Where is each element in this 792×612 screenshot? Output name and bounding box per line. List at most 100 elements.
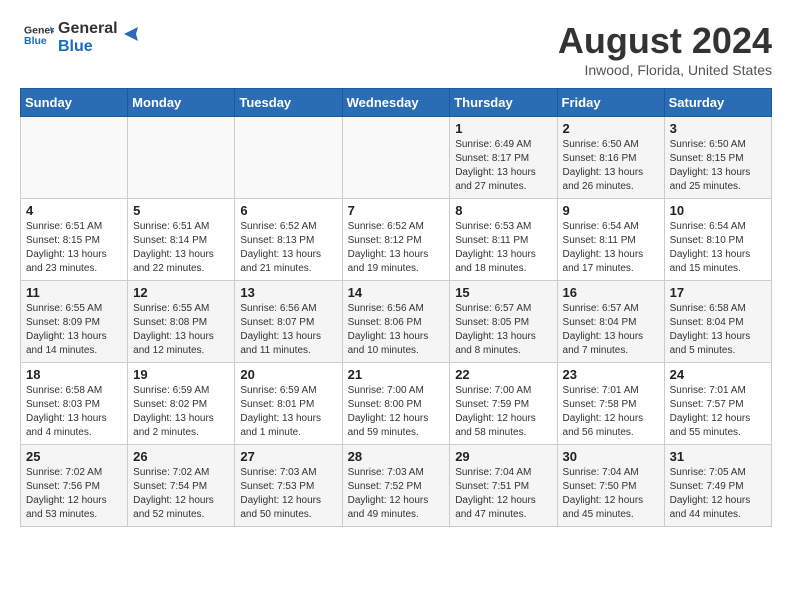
calendar-cell: 21Sunrise: 7:00 AM Sunset: 8:00 PM Dayli… bbox=[342, 363, 450, 445]
day-number: 1 bbox=[455, 121, 551, 136]
calendar-cell: 7 Sunrise: 6:52 AM Sunset: 8:12 PM Daylig… bbox=[342, 199, 450, 281]
calendar-cell: 5 Sunrise: 6:51 AM Sunset: 8:14 PM Daylig… bbox=[128, 199, 235, 281]
location: Inwood, Florida, United States bbox=[558, 62, 772, 78]
calendar-cell: 22 Sunrise: 7:00 AM Sunset: 7:59 PM Dayli… bbox=[450, 363, 557, 445]
day-number: 13 bbox=[240, 285, 336, 300]
calendar-cell: 14 Sunrise: 6:56 AM Sunset: 8:06 PM Dayli… bbox=[342, 281, 450, 363]
day-info: Sunrise: 6:57 AM Sunset: 8:04 PM Dayligh… bbox=[563, 302, 659, 358]
calendar-cell: 23 Sunrise: 7:01 AM Sunset: 7:58 PM Dayli… bbox=[557, 363, 664, 445]
calendar-cell: 8Sunrise: 6:53 AM Sunset: 8:11 PM Daylig… bbox=[450, 199, 557, 281]
calendar-week-row: 11Sunrise: 6:55 AM Sunset: 8:09 PM Dayli… bbox=[21, 281, 772, 363]
calendar-week-row: 18 Sunrise: 6:58 AM Sunset: 8:03 PM Dayli… bbox=[21, 363, 772, 445]
day-number: 17 bbox=[670, 285, 766, 300]
day-info: Sunrise: 6:51 AM Sunset: 8:15 PM Dayligh… bbox=[26, 220, 122, 276]
day-number: 10 bbox=[670, 203, 766, 218]
day-info: Sunrise: 6:58 AM Sunset: 8:04 PM Dayligh… bbox=[670, 302, 766, 358]
logo-blue: Blue bbox=[58, 38, 118, 56]
day-number: 3 bbox=[670, 121, 766, 136]
day-info: Sunrise: 6:54 AM Sunset: 8:10 PM Dayligh… bbox=[670, 220, 766, 276]
day-info: Sunrise: 6:56 AM Sunset: 8:07 PM Dayligh… bbox=[240, 302, 336, 358]
calendar-cell: 28Sunrise: 7:03 AM Sunset: 7:52 PM Dayli… bbox=[342, 445, 450, 527]
calendar-cell: 10 Sunrise: 6:54 AM Sunset: 8:10 PM Dayli… bbox=[664, 199, 771, 281]
logo-arrow-icon bbox=[120, 23, 142, 45]
day-info: Sunrise: 7:04 AM Sunset: 7:50 PM Dayligh… bbox=[563, 466, 659, 522]
calendar-cell: 20Sunrise: 6:59 AM Sunset: 8:01 PM Dayli… bbox=[235, 363, 342, 445]
day-number: 11 bbox=[26, 285, 122, 300]
day-info: Sunrise: 6:52 AM Sunset: 8:12 PM Dayligh… bbox=[348, 220, 445, 276]
day-info: Sunrise: 6:56 AM Sunset: 8:06 PM Dayligh… bbox=[348, 302, 445, 358]
calendar-cell: 9Sunrise: 6:54 AM Sunset: 8:11 PM Daylig… bbox=[557, 199, 664, 281]
calendar-cell: 13 Sunrise: 6:56 AM Sunset: 8:07 PM Dayli… bbox=[235, 281, 342, 363]
day-info: Sunrise: 7:02 AM Sunset: 7:56 PM Dayligh… bbox=[26, 466, 122, 522]
day-info: Sunrise: 6:59 AM Sunset: 8:02 PM Dayligh… bbox=[133, 384, 229, 440]
calendar-cell: 19Sunrise: 6:59 AM Sunset: 8:02 PM Dayli… bbox=[128, 363, 235, 445]
day-number: 24 bbox=[670, 367, 766, 382]
calendar-cell: 6 Sunrise: 6:52 AM Sunset: 8:13 PM Daylig… bbox=[235, 199, 342, 281]
day-number: 4 bbox=[26, 203, 122, 218]
calendar-cell: 30 Sunrise: 7:04 AM Sunset: 7:50 PM Dayli… bbox=[557, 445, 664, 527]
calendar-week-row: 25 Sunrise: 7:02 AM Sunset: 7:56 PM Dayli… bbox=[21, 445, 772, 527]
day-info: Sunrise: 6:58 AM Sunset: 8:03 PM Dayligh… bbox=[26, 384, 122, 440]
day-number: 14 bbox=[348, 285, 445, 300]
logo-icon: General Blue bbox=[24, 20, 54, 50]
calendar-cell: 1 Sunrise: 6:49 AM Sunset: 8:17 PM Daylig… bbox=[450, 117, 557, 199]
day-number: 6 bbox=[240, 203, 336, 218]
calendar-cell: 31 Sunrise: 7:05 AM Sunset: 7:49 PM Dayli… bbox=[664, 445, 771, 527]
calendar-cell: 12 Sunrise: 6:55 AM Sunset: 8:08 PM Dayli… bbox=[128, 281, 235, 363]
weekday-header-saturday: Saturday bbox=[664, 89, 771, 117]
day-info: Sunrise: 6:53 AM Sunset: 8:11 PM Dayligh… bbox=[455, 220, 551, 276]
day-info: Sunrise: 6:55 AM Sunset: 8:08 PM Dayligh… bbox=[133, 302, 229, 358]
calendar-cell: 25 Sunrise: 7:02 AM Sunset: 7:56 PM Dayli… bbox=[21, 445, 128, 527]
day-info: Sunrise: 7:01 AM Sunset: 7:58 PM Dayligh… bbox=[563, 384, 659, 440]
day-info: Sunrise: 6:50 AM Sunset: 8:15 PM Dayligh… bbox=[670, 138, 766, 194]
calendar-cell: 2Sunrise: 6:50 AM Sunset: 8:16 PM Daylig… bbox=[557, 117, 664, 199]
calendar-cell bbox=[128, 117, 235, 199]
weekday-header-tuesday: Tuesday bbox=[235, 89, 342, 117]
day-info: Sunrise: 6:51 AM Sunset: 8:14 PM Dayligh… bbox=[133, 220, 229, 276]
weekday-header-thursday: Thursday bbox=[450, 89, 557, 117]
day-number: 7 bbox=[348, 203, 445, 218]
day-number: 22 bbox=[455, 367, 551, 382]
day-number: 29 bbox=[455, 449, 551, 464]
day-number: 23 bbox=[563, 367, 659, 382]
calendar-cell: 24Sunrise: 7:01 AM Sunset: 7:57 PM Dayli… bbox=[664, 363, 771, 445]
calendar-cell: 16Sunrise: 6:57 AM Sunset: 8:04 PM Dayli… bbox=[557, 281, 664, 363]
day-number: 12 bbox=[133, 285, 229, 300]
calendar-cell: 17 Sunrise: 6:58 AM Sunset: 8:04 PM Dayli… bbox=[664, 281, 771, 363]
calendar-cell: 11Sunrise: 6:55 AM Sunset: 8:09 PM Dayli… bbox=[21, 281, 128, 363]
svg-text:Blue: Blue bbox=[24, 35, 47, 47]
calendar-cell: 4 Sunrise: 6:51 AM Sunset: 8:15 PM Daylig… bbox=[21, 199, 128, 281]
day-info: Sunrise: 7:03 AM Sunset: 7:53 PM Dayligh… bbox=[240, 466, 336, 522]
title-block: August 2024 Inwood, Florida, United Stat… bbox=[558, 20, 772, 78]
day-number: 26 bbox=[133, 449, 229, 464]
day-info: Sunrise: 6:52 AM Sunset: 8:13 PM Dayligh… bbox=[240, 220, 336, 276]
day-number: 31 bbox=[670, 449, 766, 464]
day-info: Sunrise: 7:04 AM Sunset: 7:51 PM Dayligh… bbox=[455, 466, 551, 522]
day-info: Sunrise: 6:57 AM Sunset: 8:05 PM Dayligh… bbox=[455, 302, 551, 358]
calendar-cell bbox=[342, 117, 450, 199]
calendar-cell: 26Sunrise: 7:02 AM Sunset: 7:54 PM Dayli… bbox=[128, 445, 235, 527]
logo: General Blue General Blue bbox=[20, 20, 142, 55]
calendar-week-row: 4 Sunrise: 6:51 AM Sunset: 8:15 PM Daylig… bbox=[21, 199, 772, 281]
day-number: 18 bbox=[26, 367, 122, 382]
day-info: Sunrise: 6:49 AM Sunset: 8:17 PM Dayligh… bbox=[455, 138, 551, 194]
weekday-header-wednesday: Wednesday bbox=[342, 89, 450, 117]
calendar-cell: 29 Sunrise: 7:04 AM Sunset: 7:51 PM Dayli… bbox=[450, 445, 557, 527]
day-number: 28 bbox=[348, 449, 445, 464]
calendar-cell: 3 Sunrise: 6:50 AM Sunset: 8:15 PM Daylig… bbox=[664, 117, 771, 199]
day-number: 27 bbox=[240, 449, 336, 464]
calendar-header-row: SundayMondayTuesdayWednesdayThursdayFrid… bbox=[21, 89, 772, 117]
weekday-header-sunday: Sunday bbox=[21, 89, 128, 117]
day-info: Sunrise: 7:05 AM Sunset: 7:49 PM Dayligh… bbox=[670, 466, 766, 522]
day-number: 20 bbox=[240, 367, 336, 382]
weekday-header-monday: Monday bbox=[128, 89, 235, 117]
day-number: 5 bbox=[133, 203, 229, 218]
calendar-cell bbox=[21, 117, 128, 199]
logo-general: General bbox=[58, 20, 118, 38]
day-number: 25 bbox=[26, 449, 122, 464]
day-number: 30 bbox=[563, 449, 659, 464]
month-title: August 2024 bbox=[558, 20, 772, 62]
day-info: Sunrise: 7:00 AM Sunset: 7:59 PM Dayligh… bbox=[455, 384, 551, 440]
day-info: Sunrise: 6:54 AM Sunset: 8:11 PM Dayligh… bbox=[563, 220, 659, 276]
day-number: 2 bbox=[563, 121, 659, 136]
